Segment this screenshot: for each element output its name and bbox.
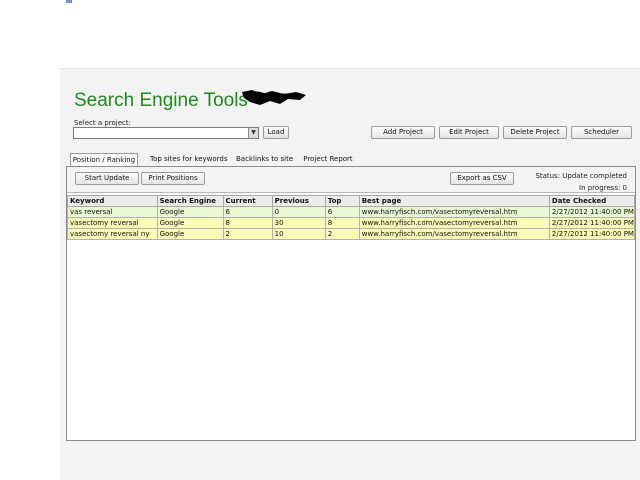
tab-position-ranking[interactable]: Position / Ranking [70,153,138,166]
table-row[interactable]: vasectomy reversal Google 8 30 8 www.har… [67,217,636,229]
cell-search-engine: Google [156,217,224,229]
delete-project-button[interactable]: Delete Project [503,126,567,139]
status-area: Status: Update completed In progress: 0 [535,170,627,194]
table-row[interactable]: vasectomy reversal ny Google 2 10 2 www.… [67,228,636,240]
start-update-button[interactable]: Start Update [75,172,139,185]
column-header-previous[interactable]: Previous [271,195,326,207]
cell-current: 8 [222,217,273,229]
cell-best-page: www.harryfisch.com/vasectomyreversal.htm [358,228,550,240]
column-header-current[interactable]: Current [222,195,273,207]
load-button[interactable]: Load [263,126,289,139]
chevron-down-icon[interactable]: ▼ [248,128,258,138]
cell-previous: 10 [271,228,326,240]
cell-top: 6 [324,206,360,218]
cell-best-page: www.harryfisch.com/vasectomyreversal.htm [358,206,550,218]
export-csv-button[interactable]: Export as CSV [450,172,514,185]
print-positions-button[interactable]: Print Positions [141,172,205,185]
status-text: Status: Update completed [535,172,627,180]
tab-backlinks[interactable]: Backlinks to site [236,153,293,166]
scheduler-button[interactable]: Scheduler [571,126,632,139]
column-header-search-engine[interactable]: Search Engine [156,195,224,207]
project-select-label: Select a project: [74,119,131,127]
ranking-table: Keyword Search Engine Current Previous T… [67,195,636,240]
cell-date-checked: 2/27/2012 11:40:00 PM [548,217,636,229]
cell-top: 8 [324,217,360,229]
redaction-scribble [242,90,306,105]
cell-date-checked: 2/27/2012 11:40:00 PM [548,206,636,218]
cell-search-engine: Google [156,228,224,240]
in-progress-text: In progress: 0 [579,184,627,192]
cell-date-checked: 2/27/2012 11:40:00 PM [548,228,636,240]
cell-top: 2 [324,228,360,240]
add-project-button[interactable]: Add Project [371,126,435,139]
cell-keyword: vasectomy reversal ny [67,228,158,240]
cell-current: 6 [222,206,273,218]
column-header-top[interactable]: Top [324,195,360,207]
ranking-toolbar: Start Update Print Positions Export as C… [67,167,635,193]
column-header-keyword[interactable]: Keyword [67,195,158,207]
cell-previous: 30 [271,217,326,229]
tab-project-report[interactable]: Project Report [303,153,353,166]
tab-top-sites[interactable]: Top sites for keywords [150,153,228,166]
cell-best-page: www.harryfisch.com/vasectomyreversal.htm [358,217,550,229]
table-row[interactable]: vas reversal Google 6 0 6 www.harryfisch… [67,206,636,218]
cell-previous: 0 [271,206,326,218]
app-title: Search Engine Tools [74,90,248,111]
column-header-date-checked[interactable]: Date Checked [548,195,636,207]
cell-keyword: vas reversal [67,206,158,218]
corner-mark [66,0,72,3]
table-header-row: Keyword Search Engine Current Previous T… [67,195,636,207]
edit-project-button[interactable]: Edit Project [439,126,499,139]
project-select[interactable]: ▼ [73,127,259,139]
column-header-best-page[interactable]: Best page [358,195,550,207]
cell-search-engine: Google [156,206,224,218]
cell-keyword: vasectomy reversal [67,217,158,229]
cell-current: 2 [222,228,273,240]
